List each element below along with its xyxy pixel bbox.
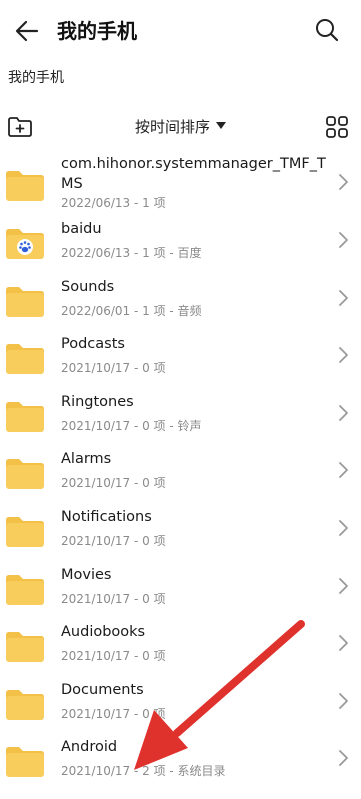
file-meta: 2021/10/17 - 0 项 - 铃声 <box>61 418 202 433</box>
file-row[interactable]: Sounds 2022/06/01 - 1 项 - 音频 <box>0 274 361 332</box>
file-row[interactable]: baidu 2022/06/13 - 1 项 - 百度 <box>0 216 361 274</box>
page-title: 我的手机 <box>57 19 137 43</box>
chevron-right-icon <box>339 750 348 767</box>
file-meta: 2021/10/17 - 0 项 <box>61 476 166 491</box>
file-meta: 2021/10/17 - 0 项 <box>61 361 166 376</box>
sort-dropdown[interactable]: 按时间排序 <box>0 116 361 138</box>
file-name: com.hihonor.systemmanager_TMF_TMS <box>61 156 326 192</box>
file-row[interactable]: Android 2021/10/17 - 2 项 - 系统目录 <box>0 734 361 792</box>
file-meta: 2022/06/13 - 1 项 - 百度 <box>61 246 202 260</box>
file-meta: 2022/06/13 - 1 项 <box>61 196 166 210</box>
file-row[interactable]: Ringtones 2021/10/17 - 0 项 - 铃声 <box>0 389 361 447</box>
chevron-right-icon <box>339 232 348 248</box>
folder-icon <box>6 344 44 375</box>
file-row[interactable]: Audiobooks 2021/10/17 - 0 项 <box>0 619 361 677</box>
chevron-right-icon <box>339 692 348 709</box>
file-name: Ringtones <box>61 393 134 410</box>
sort-label: 按时间排序 <box>134 118 210 136</box>
file-row[interactable]: Podcasts 2021/10/17 - 0 项 <box>0 331 361 389</box>
caret-down-icon <box>216 122 226 129</box>
file-name: Movies <box>61 566 112 583</box>
breadcrumb[interactable]: 我的手机 <box>8 68 64 88</box>
file-name: Alarms <box>61 451 112 468</box>
file-row[interactable]: Alarms 2021/10/17 - 0 项 <box>0 446 361 504</box>
folder-icon <box>6 286 44 317</box>
chevron-right-icon <box>339 289 348 306</box>
folder-icon <box>6 516 44 547</box>
file-meta: 2022/06/01 - 1 项 - 音频 <box>61 303 202 318</box>
folder-icon <box>6 689 44 720</box>
folder-icon <box>6 632 44 663</box>
file-row[interactable]: Movies 2021/10/17 - 0 项 <box>0 562 361 620</box>
file-name: Android <box>61 739 118 756</box>
grid-view-icon[interactable] <box>325 115 349 139</box>
file-meta: 2021/10/17 - 0 项 <box>61 591 166 606</box>
file-name: Notifications <box>61 508 152 525</box>
folder-icon <box>6 401 44 432</box>
file-list: com.hihonor.systemmanager_TMF_TMS 2022/06… <box>0 152 361 792</box>
baidu-folder-icon <box>6 229 44 259</box>
folder-icon <box>6 459 44 490</box>
file-row[interactable]: Notifications 2021/10/17 - 0 项 <box>0 504 361 562</box>
file-name: Audiobooks <box>61 624 146 641</box>
file-row[interactable]: Documents 2021/10/17 - 0 项 <box>0 677 361 735</box>
file-meta: 2021/10/17 - 2 项 - 系统目录 <box>61 764 226 779</box>
chevron-right-icon <box>339 520 348 536</box>
file-name: Podcasts <box>61 336 125 353</box>
chevron-right-icon <box>339 174 348 190</box>
file-name: Sounds <box>61 278 115 295</box>
chevron-right-icon <box>339 462 348 479</box>
chevron-right-icon <box>339 635 348 652</box>
chevron-right-icon <box>339 347 348 364</box>
search-icon[interactable] <box>314 17 340 43</box>
toolbar: 按时间排序 <box>0 110 361 144</box>
back-arrow-icon[interactable] <box>14 18 40 44</box>
folder-icon <box>6 574 44 605</box>
folder-icon <box>6 171 44 201</box>
file-name: baidu <box>61 221 102 237</box>
file-meta: 2021/10/17 - 0 项 <box>61 706 166 721</box>
folder-icon <box>6 747 44 778</box>
chevron-right-icon <box>339 404 348 421</box>
file-meta: 2021/10/17 - 0 项 <box>61 649 166 664</box>
file-name: Documents <box>61 681 144 698</box>
file-meta: 2021/10/17 - 0 项 <box>61 533 166 548</box>
file-row[interactable]: com.hihonor.systemmanager_TMF_TMS 2022/06… <box>0 152 361 216</box>
chevron-right-icon <box>339 577 348 594</box>
top-app-bar: 我的手机 <box>0 0 361 62</box>
